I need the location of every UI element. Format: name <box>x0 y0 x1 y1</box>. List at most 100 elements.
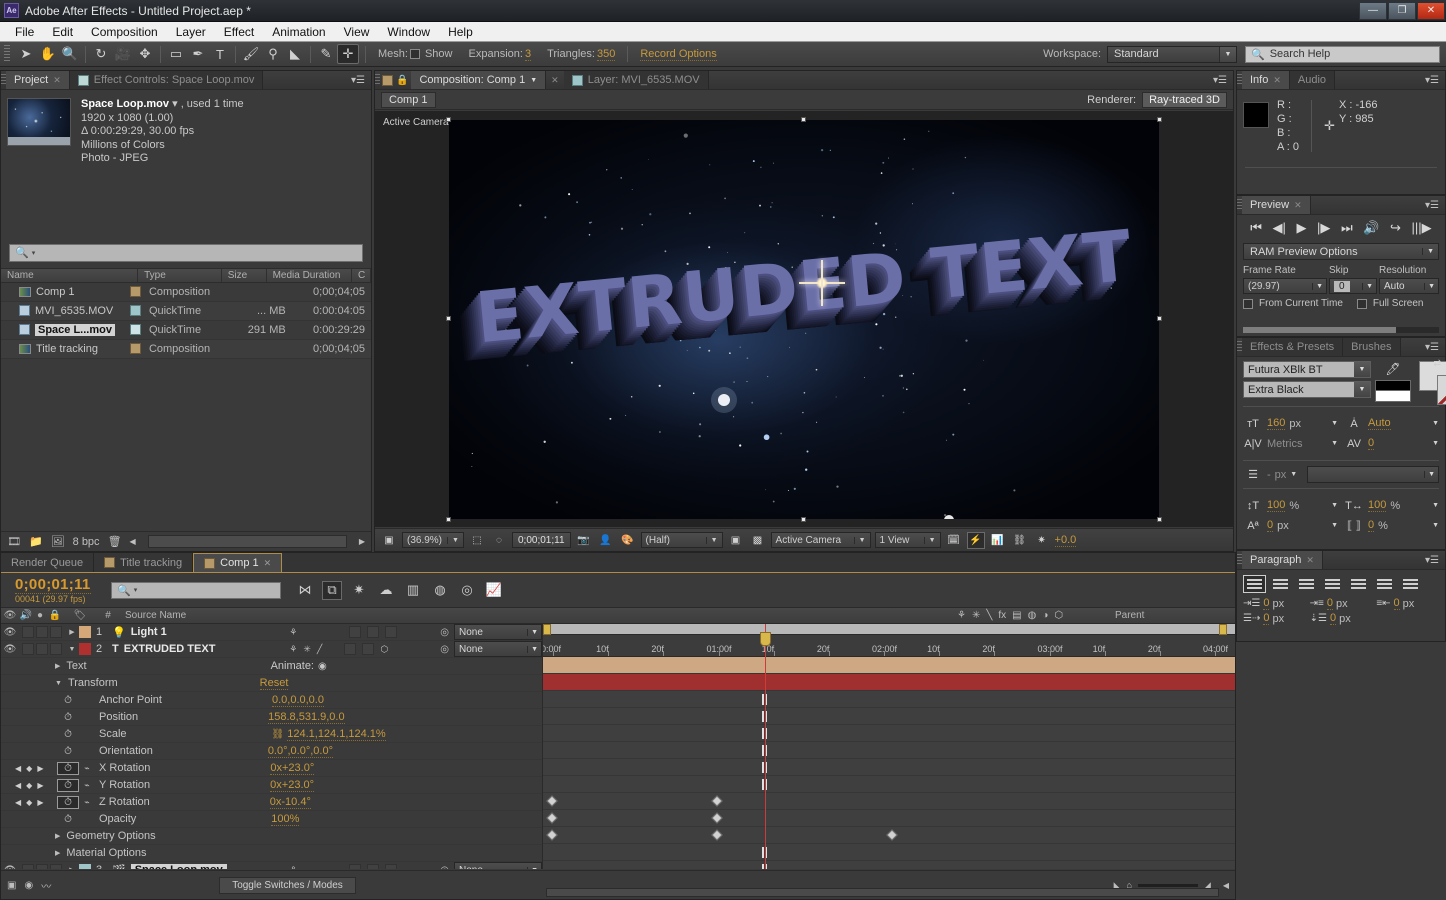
horizontal-scrollbar[interactable] <box>147 535 347 548</box>
search-help-input[interactable]: 🔍 Search Help <box>1245 45 1440 63</box>
menu-item-window[interactable]: Window <box>378 22 439 42</box>
property-expand-triangle-icon[interactable]: ▼ <box>55 680 68 687</box>
record-options-link[interactable]: Record Options <box>640 48 717 61</box>
bounding-handle-br[interactable] <box>1157 516 1162 522</box>
bounding-handle-tr[interactable] <box>1157 116 1162 122</box>
renderer-value[interactable]: Ray-traced 3D <box>1142 91 1227 108</box>
property-expand-triangle-icon[interactable]: ▶ <box>55 662 66 670</box>
animate-menu-icon[interactable]: ◉ <box>318 661 327 672</box>
project-item-row[interactable]: Title tracking Composition 0;00;04;05 <box>1 339 371 359</box>
shy-switch-icon[interactable]: ⚘ <box>289 865 297 870</box>
toggle-switches-modes-button[interactable]: Toggle Switches / Modes <box>219 876 356 894</box>
font-size-field[interactable]: ᴛT 160 px ▼ <box>1243 414 1338 433</box>
pixel-aspect-correction-icon[interactable]: 🗓 <box>945 532 963 549</box>
bounding-handle-bc[interactable] <box>801 516 806 522</box>
workspace-select[interactable]: Standard ▼ <box>1107 45 1237 63</box>
motion-blur-icon[interactable]: ☁ <box>376 581 396 600</box>
resolution-select[interactable]: (Half) ▼ <box>640 532 723 548</box>
current-timecode[interactable]: 0;00;01;11 <box>512 532 571 548</box>
graph-editor-toggle-icon[interactable]: ⌁ <box>79 797 95 808</box>
keyframe-navigator[interactable]: ◀ ◆ ▶ <box>1 764 57 773</box>
timeline-property-row[interactable]: ▶ Text Animate: ◉ <box>1 658 542 675</box>
panel-menu-icon[interactable]: ▾☰ <box>1419 196 1445 214</box>
threed-switch-icon[interactable]: ⬡ <box>380 644 388 655</box>
tsume-field[interactable]: ⟦ ⟧ 0 % ▼ <box>1344 516 1439 535</box>
fast-previews-icon[interactable]: ⚡ <box>966 531 985 549</box>
indent-right-field[interactable]: ≡⇤ 0 px <box>1376 597 1439 610</box>
frame-rate-select[interactable]: (29.97) ▼ <box>1243 278 1327 294</box>
eraser-tool[interactable]: ◣ <box>284 44 306 64</box>
timeline-work-area-bar[interactable] <box>543 624 1235 635</box>
property-value[interactable]: 124.1,124.1,124.1% <box>287 728 386 741</box>
stroke-type-select[interactable]: ▼ <box>1307 466 1439 483</box>
brainstorm-icon[interactable]: ◍ <box>430 581 450 600</box>
bounding-handle-bl[interactable] <box>446 516 451 522</box>
timeline-track-row[interactable] <box>543 759 1235 776</box>
swap-colors-icon[interactable]: ⇄ <box>1433 358 1441 369</box>
bounding-handle-mr[interactable] <box>1157 316 1162 321</box>
ram-preview-options-select[interactable]: RAM Preview Options ▼ <box>1243 243 1439 260</box>
exposure-value[interactable]: +0.0 <box>1054 534 1077 547</box>
chevron-down-icon[interactable]: ▼ <box>1331 440 1338 447</box>
minimize-button[interactable]: — <box>1359 1 1387 20</box>
parent-select[interactable]: None ▼ <box>454 624 542 640</box>
new-comp-icon[interactable]: 🎞 <box>7 535 21 548</box>
next-keyframe-icon[interactable]: ▶ <box>37 764 43 773</box>
stopwatch-icon[interactable]: ⏱ <box>57 695 79 706</box>
stopwatch-icon[interactable]: ⏱ <box>57 712 79 723</box>
lock-icon[interactable]: 🔒 <box>396 75 408 86</box>
layer-visibility-icon[interactable]: 👁 <box>1 627 19 638</box>
from-current-time-checkbox[interactable] <box>1243 298 1253 309</box>
baseline-shift-field[interactable]: Aª 0 px ▼ <box>1243 516 1338 535</box>
black-white-swatches[interactable] <box>1375 380 1411 402</box>
new-folder-icon[interactable]: 📁 <box>29 535 43 548</box>
timeline-track-row[interactable] <box>543 725 1235 742</box>
tab-brushes[interactable]: Brushes <box>1343 338 1401 356</box>
timeline-tab-comp-1[interactable]: Comp 1 ✕ <box>193 553 283 572</box>
next-frame-icon[interactable]: |▶ <box>1317 220 1330 236</box>
timeline-property-row[interactable]: ▶ Material Options <box>1 845 542 862</box>
go-to-start-icon[interactable]: ⏮ <box>1250 220 1262 236</box>
camera-tool[interactable]: 🎥 <box>112 44 134 64</box>
chevron-down-icon[interactable]: ▼ <box>1432 522 1439 529</box>
expansion-value[interactable]: 3 <box>524 48 532 61</box>
comp-render-icon[interactable]: ◉ <box>24 880 33 891</box>
transparency-grid-icon[interactable]: ▩ <box>749 532 767 549</box>
layer-expand-triangle-icon[interactable]: ▼ <box>65 646 79 653</box>
always-preview-icon[interactable]: ▣ <box>380 532 398 549</box>
audio-toggle[interactable] <box>22 864 34 869</box>
space-after-field[interactable]: ⇣☰ 0 px <box>1310 612 1373 625</box>
auto-keyframe-icon[interactable]: ◎ <box>457 581 477 600</box>
next-keyframe-icon[interactable]: ▶ <box>37 781 43 790</box>
timeline-track-row[interactable] <box>543 657 1235 674</box>
close-icon[interactable]: ✕ <box>546 75 564 86</box>
scroll-left-arrow[interactable]: ◀ <box>1223 881 1229 890</box>
selection-tool[interactable]: ➤ <box>15 44 37 64</box>
playhead-line[interactable] <box>765 624 766 869</box>
bounding-handle-ml[interactable] <box>446 316 451 321</box>
white-swatch[interactable] <box>1375 391 1411 402</box>
keyframe-marker[interactable] <box>711 812 723 824</box>
timeline-property-row[interactable]: ◀◆▶⏱Scale⛓124.1,124.1,124.1% <box>1 726 542 743</box>
tab-paragraph[interactable]: Paragraph ✕ <box>1242 551 1323 569</box>
font-family-select[interactable]: Futura XBlk BT ▼ <box>1243 361 1371 378</box>
timeline-track-row[interactable] <box>543 861 1235 869</box>
space-before-field[interactable]: ☰⇢ 0 px <box>1243 612 1306 625</box>
panel-menu-icon[interactable]: ▾☰ <box>1419 551 1445 569</box>
paragraph-align-center-button[interactable] <box>1269 575 1292 593</box>
timeline-track-row[interactable] <box>543 708 1235 725</box>
tab-effect-controls[interactable]: Effect Controls: Space Loop.mov <box>69 71 264 89</box>
work-area-start-handle[interactable] <box>543 624 551 635</box>
audio-toggle[interactable] <box>22 643 34 655</box>
menu-item-layer[interactable]: Layer <box>167 22 215 42</box>
timeline-property-row[interactable]: ◀◆▶⏱Anchor Point0.0,0.0,0.0 <box>1 692 542 709</box>
keyframe-toggle-icon[interactable]: ◆ <box>26 798 32 807</box>
property-value[interactable]: 100% <box>271 813 300 826</box>
layer-visibility-icon[interactable]: 👁 <box>1 644 19 655</box>
chevron-down-icon[interactable]: ▼ <box>1331 522 1338 529</box>
show-snapshot-icon[interactable]: 👤 <box>597 532 615 549</box>
skip-select[interactable]: 0 ▼ <box>1329 278 1377 294</box>
keyframe-marker[interactable] <box>546 795 558 807</box>
menu-item-view[interactable]: View <box>335 22 379 42</box>
paragraph-justify-all-button[interactable] <box>1399 575 1422 593</box>
